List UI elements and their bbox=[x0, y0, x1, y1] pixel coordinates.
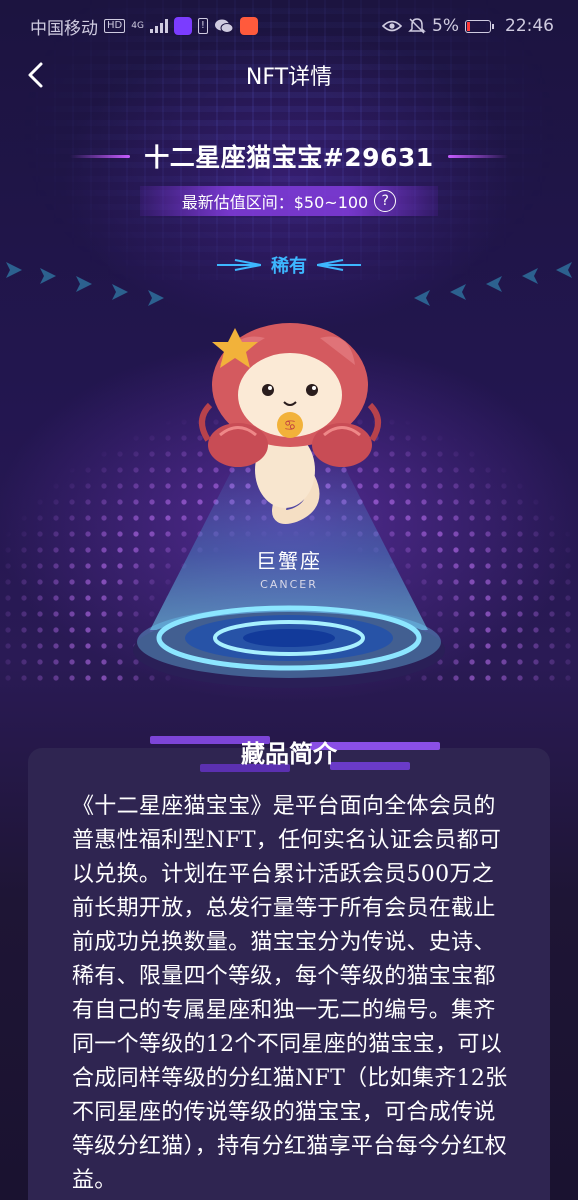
alert-icon: ! bbox=[197, 18, 208, 34]
intro-heading-banner: 藏品简介 bbox=[0, 728, 578, 776]
valuation-banner: 最新估值区间：$50~100 ? bbox=[140, 186, 438, 216]
wechat-icon bbox=[214, 19, 234, 33]
rarity-badge: 稀有 bbox=[0, 252, 578, 278]
nft-detail-page: 中国移动 HD 4G ! 5% 22:46 NFT详情 十二星座猫宝宝#2963… bbox=[0, 0, 578, 1200]
nft-title-row: 十二星座猫宝宝#29631 bbox=[0, 138, 578, 174]
mute-icon bbox=[408, 18, 426, 34]
intro-heading: 藏品简介 bbox=[241, 739, 337, 768]
glow-divider-left bbox=[70, 154, 131, 158]
svg-text:♋: ♋ bbox=[284, 418, 297, 434]
rarity-label: 稀有 bbox=[271, 256, 307, 277]
hd-badge: HD bbox=[104, 19, 126, 33]
status-bar-left: 中国移动 HD 4G ! bbox=[30, 14, 258, 39]
battery-icon bbox=[465, 19, 494, 33]
nft-title: 十二星座猫宝宝#29631 bbox=[144, 143, 434, 172]
battery-percent: 5% bbox=[432, 16, 459, 36]
valuation-text: 最新估值区间：$50~100 bbox=[181, 193, 369, 212]
intro-body: 《十二星座猫宝宝》是平台面向全体会员的普惠性福利型NFT，任何实名认证会员都可以… bbox=[72, 794, 508, 1193]
page-title: NFT详情 bbox=[245, 65, 333, 90]
status-bar: 中国移动 HD 4G ! 5% 22:46 bbox=[0, 0, 578, 52]
status-bar-right: 5% 22:46 bbox=[382, 16, 554, 36]
nav-header: NFT详情 bbox=[0, 52, 578, 98]
clock: 22:46 bbox=[505, 16, 554, 36]
app-icon-2 bbox=[239, 17, 258, 35]
wing-left-icon bbox=[217, 259, 261, 271]
pedestal bbox=[133, 605, 445, 688]
chevron-left-icon[interactable] bbox=[22, 60, 52, 90]
glow-divider-right bbox=[447, 154, 508, 158]
signal-icon bbox=[149, 19, 168, 33]
cat-nft-figure: ♋ bbox=[199, 323, 381, 524]
zodiac-english: CANCER bbox=[260, 578, 318, 591]
eye-icon bbox=[382, 20, 403, 32]
help-icon[interactable]: ? bbox=[374, 190, 397, 212]
zodiac-name: 巨蟹座 bbox=[256, 549, 322, 573]
network-type: 4G bbox=[131, 20, 144, 31]
wing-right-icon bbox=[317, 259, 361, 271]
app-icon bbox=[173, 17, 192, 35]
carrier-label: 中国移动 bbox=[30, 18, 98, 39]
